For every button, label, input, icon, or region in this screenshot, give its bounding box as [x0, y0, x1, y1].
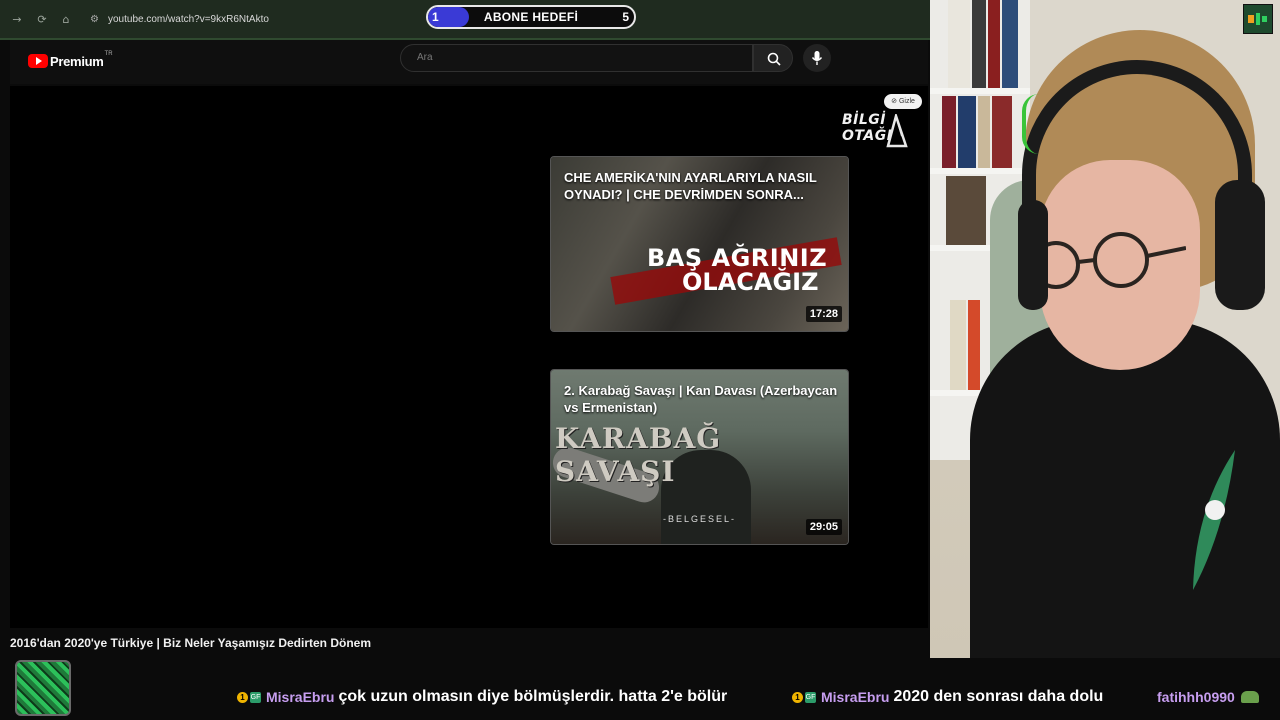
stream-bottom-bar: 1 GF MisraEbru çok uzun olmasın diye böl…	[0, 658, 1280, 720]
headphone-right-cup	[1215, 180, 1265, 310]
endcard-duration: 29:05	[805, 519, 842, 535]
chat-username: MisraEbru	[266, 689, 335, 705]
headphone-left-cup	[1018, 200, 1048, 310]
coin-icon: 1	[792, 691, 803, 703]
coin-icon: 1	[237, 691, 248, 703]
chat-message: 1 GF MisraEbru 2020 den sonrası daha dol…	[792, 686, 1103, 708]
thumbnail-text-1: KARABAĞ SAVAŞI	[555, 422, 722, 488]
browser-toolbar: → ⟳ ⌂ ⚙ youtube.com/watch?v=9kxR6NtAkto …	[0, 0, 930, 40]
chat-username: fatihhh0990	[1157, 689, 1235, 705]
hide-button[interactable]: ⊘ Gizle	[884, 94, 922, 109]
endcard-duration: 17:28	[805, 306, 842, 322]
site-settings-icon[interactable]: ⚙	[90, 9, 99, 31]
shelf	[930, 168, 1030, 174]
youtube-play-icon	[28, 54, 48, 68]
book	[948, 0, 970, 88]
book	[946, 176, 986, 245]
premium-label: Premium	[50, 53, 104, 69]
endcard-video-1[interactable]: BAŞ AĞRINIZ OLACAĞIZ CHE AMERİKA'NIN AYA…	[550, 156, 849, 332]
shirt-leaf-print	[1193, 450, 1235, 590]
hide-label: Gizle	[898, 98, 915, 105]
book	[942, 96, 956, 168]
search-input[interactable]: Ara	[400, 44, 753, 72]
home-icon[interactable]: ⌂	[59, 13, 73, 27]
chat-username: MisraEbru	[821, 689, 890, 705]
channel-logo-line2: OTAĞI	[842, 128, 893, 144]
book	[988, 0, 1000, 88]
search-icon	[767, 52, 781, 66]
chat-text: 2020 den sonrası daha dolu	[893, 688, 1104, 705]
youtube-header: Premium TR Ara	[10, 40, 928, 84]
region-label: TR	[104, 51, 113, 57]
chat-message: 1 GF MisraEbru çok uzun olmasın diye böl…	[237, 686, 727, 708]
url-text: youtube.com/watch?v=9kxR6NtAkto	[108, 14, 269, 25]
streamer-avatar	[15, 660, 71, 716]
voice-search-button[interactable]	[803, 44, 831, 72]
chat-message: fatihhh0990	[1157, 686, 1259, 708]
address-bar[interactable]: ⚙ youtube.com/watch?v=9kxR6NtAkto	[84, 9, 444, 31]
stream-mic-status-icon	[1243, 4, 1273, 34]
reload-icon[interactable]: ⟳	[35, 13, 49, 27]
search-button[interactable]	[753, 44, 793, 72]
channel-logo-line1: BİLGİ	[842, 112, 887, 128]
thumbnail-text-2: -BELGESEL-	[662, 514, 737, 524]
youtube-logo[interactable]: Premium TR	[28, 51, 113, 70]
thumbnail-text-2: OLACAĞIZ	[682, 268, 819, 296]
frog-emote-icon	[1240, 691, 1259, 703]
channel-watermark[interactable]: BİLGİ OTAĞI	[842, 110, 908, 152]
endcard-title: CHE AMERİKA'NIN AYARLARIYLA NASIL OYNADI…	[564, 170, 817, 202]
eye-off-icon: ⊘	[891, 98, 897, 105]
goal-target: 5	[622, 10, 629, 24]
chat-text: çok uzun olmasın diye bölmüşlerdir. hatt…	[338, 688, 728, 705]
video-title: 2016'dan 2020'ye Türkiye | Biz Neler Yaş…	[10, 636, 372, 650]
book	[950, 300, 966, 390]
book	[972, 0, 986, 88]
subscriber-goal-widget: 1 ABONE HEDEFİ 5	[426, 5, 636, 29]
book	[958, 96, 976, 168]
shelf	[930, 88, 1030, 94]
microphone-icon	[811, 51, 823, 65]
book	[978, 96, 990, 168]
endcard-video-2[interactable]: KARABAĞ SAVAŞI -BELGESEL- 2. Karabağ Sav…	[550, 369, 849, 545]
stream-layout: → ⟳ ⌂ ⚙ youtube.com/watch?v=9kxR6NtAkto …	[0, 0, 1280, 720]
gift-badge-icon: GF	[805, 691, 816, 703]
gift-badge-icon: GF	[250, 691, 261, 703]
book	[968, 300, 980, 390]
forward-icon[interactable]: →	[10, 13, 24, 27]
goal-label: ABONE HEDEFİ	[483, 10, 579, 24]
book	[1002, 0, 1018, 88]
tent-logo-icon	[886, 114, 908, 148]
video-player[interactable]: ⊘ Gizle BİLGİ OTAĞI BAŞ AĞRINIZ OLACAĞIZ…	[10, 86, 928, 628]
webcam-feed	[930, 0, 1280, 658]
sound-wave-icon	[1248, 13, 1267, 25]
endcard-title: 2. Karabağ Savaşı | Kan Davası (Azerbayc…	[564, 383, 838, 415]
book	[992, 96, 1012, 168]
